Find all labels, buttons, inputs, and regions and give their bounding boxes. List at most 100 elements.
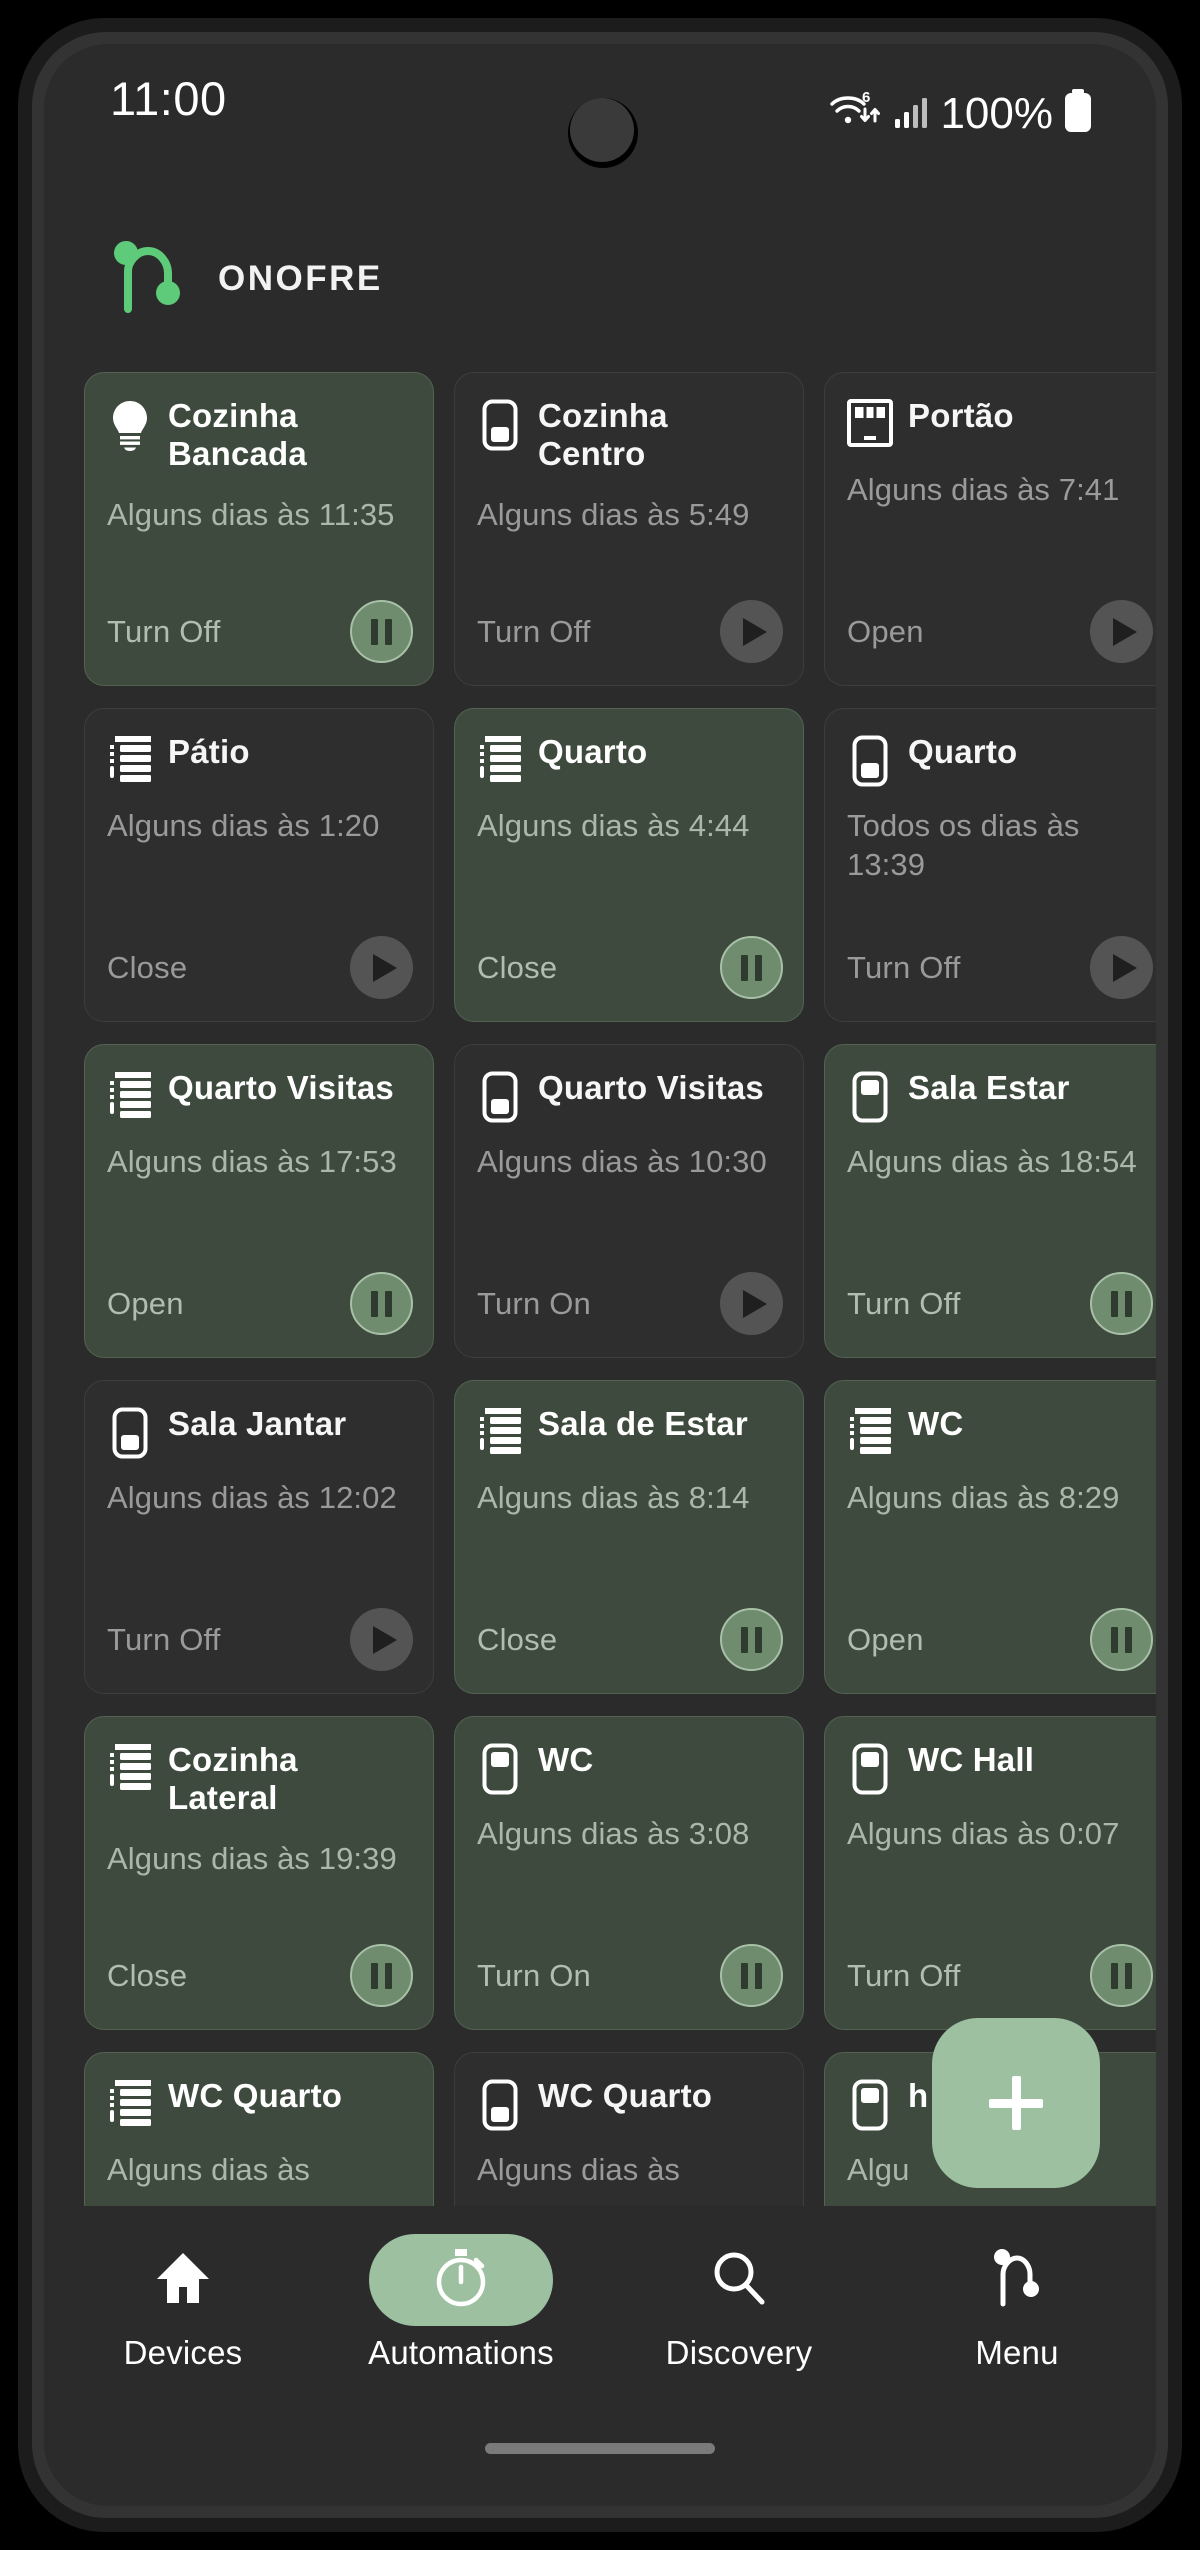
automation-card[interactable]: Quarto Visitas Alguns dias às 17:53 Open <box>84 1044 434 1358</box>
card-title: Cozinha Lateral <box>168 1741 298 1817</box>
home-indicator[interactable] <box>485 2443 715 2454</box>
nav-label: Discovery <box>665 2334 813 2371</box>
card-title: Sala de Estar <box>538 1405 748 1442</box>
nav-item-discovery[interactable]: Discovery <box>600 2234 878 2372</box>
switch-icon <box>107 1405 153 1459</box>
play-button[interactable] <box>720 600 783 663</box>
card-action-label: Close <box>107 949 188 985</box>
card-title: WC <box>538 1741 594 1778</box>
play-button[interactable] <box>720 1272 783 1335</box>
pause-button[interactable] <box>350 1944 413 2007</box>
card-header: Sala Jantar <box>107 1405 413 1459</box>
automation-card[interactable]: Quarto Todos os dias às 13:39 Turn Off <box>824 708 1156 1022</box>
automation-card[interactable]: Portão Alguns dias às 7:41 Open <box>824 372 1156 686</box>
card-action-label: Turn On <box>477 1957 591 1993</box>
card-header: Quarto Visitas <box>107 1069 413 1121</box>
nav-label: Devices <box>123 2334 243 2371</box>
nav-pill[interactable] <box>925 2234 1109 2326</box>
card-action-label: Turn Off <box>477 613 591 649</box>
card-schedule: Alguns dias às 19:39 <box>107 1840 397 1876</box>
play-button[interactable] <box>1090 936 1153 999</box>
garage-door-icon <box>847 397 893 449</box>
card-title: Quarto Visitas <box>168 1069 394 1106</box>
play-icon <box>742 1289 767 1318</box>
card-action-label: Turn Off <box>107 613 221 649</box>
card-title: Quarto <box>538 733 648 770</box>
pause-icon <box>371 618 392 645</box>
card-schedule: Alguns dias às <box>477 2152 681 2187</box>
automation-card[interactable]: Pátio Alguns dias às 1:20 Close <box>84 708 434 1022</box>
automation-card[interactable]: Cozinha Centro Alguns dias às 5:49 Turn Of… <box>454 372 804 686</box>
automation-card[interactable]: WC Alguns dias às 3:08 Turn On <box>454 1716 804 2030</box>
switch-on-icon <box>847 1069 893 1123</box>
pause-button[interactable] <box>1090 1944 1153 2007</box>
pause-icon <box>741 954 762 981</box>
card-header: WC <box>847 1405 1153 1457</box>
blinds-icon <box>477 1405 523 1457</box>
blinds-icon <box>107 1069 153 1121</box>
card-header: WC Quarto <box>477 2077 783 2131</box>
pause-icon <box>371 1290 392 1317</box>
automation-card[interactable]: WC Alguns dias às 8:29 Open <box>824 1380 1156 1694</box>
automation-card[interactable]: Quarto Alguns dias às 4:44 Close <box>454 708 804 1022</box>
card-schedule: Alguns dias às 17:53 <box>107 1144 397 1179</box>
card-header: Quarto Visitas <box>477 1069 783 1123</box>
automation-card[interactable]: Cozinha Lateral Alguns dias às 19:39 Close <box>84 1716 434 2030</box>
phone-frame: 11:00 6 100% ONOFRE Cozinha Bancada Algu… <box>18 18 1182 2532</box>
nav-pill[interactable] <box>91 2234 275 2326</box>
card-schedule: Alguns dias às 10:30 <box>477 1144 767 1179</box>
nav-pill[interactable] <box>369 2234 553 2326</box>
play-button[interactable] <box>350 1608 413 1671</box>
nav-item-automations[interactable]: Automations <box>322 2234 600 2372</box>
blinds-icon <box>107 2077 153 2129</box>
switch-icon <box>477 397 523 451</box>
pause-button[interactable] <box>720 1944 783 2007</box>
automation-card[interactable]: Cozinha Bancada Alguns dias às 11:35 Turn … <box>84 372 434 686</box>
card-footer: Close <box>107 1944 413 2007</box>
card-footer: Close <box>477 936 783 999</box>
nav-item-devices[interactable]: Devices <box>44 2234 322 2372</box>
automation-card[interactable]: Sala de Estar Alguns dias às 8:14 Close <box>454 1380 804 1694</box>
automation-card[interactable]: WC Hall Alguns dias às 0:07 Turn Off <box>824 1716 1156 2030</box>
pause-button[interactable] <box>1090 1272 1153 1335</box>
pause-button[interactable] <box>350 600 413 663</box>
pause-icon <box>371 1962 392 1989</box>
card-footer: Turn Off <box>107 1608 413 1671</box>
pause-button[interactable] <box>1090 1608 1153 1671</box>
card-title: Sala Jantar <box>168 1405 347 1442</box>
nav-item-menu[interactable]: Menu <box>878 2234 1156 2372</box>
card-title: Portão <box>908 397 1014 434</box>
pause-button[interactable] <box>720 936 783 999</box>
switch-on-icon <box>847 1741 893 1795</box>
bottom-navigation: Devices Automations Discovery Menu <box>44 2206 1156 2506</box>
svg-text:6: 6 <box>862 89 870 106</box>
card-action-label: Turn Off <box>847 1285 961 1321</box>
card-schedule: Alguns dias às 8:14 <box>477 1480 750 1515</box>
plus-icon <box>1011 2076 1021 2130</box>
play-button[interactable] <box>1090 600 1153 663</box>
pause-icon <box>1111 1290 1132 1317</box>
onofre-logo-icon <box>106 239 202 318</box>
nav-label: Menu <box>975 2334 1059 2371</box>
lightbulb-icon <box>107 397 153 451</box>
blinds-icon <box>477 733 523 785</box>
pause-button[interactable] <box>350 1272 413 1335</box>
blinds-icon <box>107 733 153 785</box>
card-footer: Open <box>847 600 1153 663</box>
card-header: Portão <box>847 397 1153 449</box>
card-header: Pátio <box>107 733 413 785</box>
automation-card[interactable]: Sala Jantar Alguns dias às 12:02 Turn Off <box>84 1380 434 1694</box>
pause-icon <box>741 1626 762 1653</box>
card-schedule: Alguns dias às 5:49 <box>477 496 750 532</box>
pause-button[interactable] <box>720 1608 783 1671</box>
nav-pill[interactable] <box>647 2234 831 2326</box>
automation-card[interactable]: Sala Estar Alguns dias às 18:54 Turn Off <box>824 1044 1156 1358</box>
play-icon <box>742 617 767 646</box>
card-footer: Turn Off <box>477 600 783 663</box>
play-icon <box>372 953 397 982</box>
card-footer: Turn Off <box>847 936 1153 999</box>
play-button[interactable] <box>350 936 413 999</box>
automation-card[interactable]: Quarto Visitas Alguns dias às 10:30 Turn O… <box>454 1044 804 1358</box>
add-automation-fab[interactable] <box>932 2018 1100 2188</box>
card-header: Sala Estar <box>847 1069 1153 1123</box>
